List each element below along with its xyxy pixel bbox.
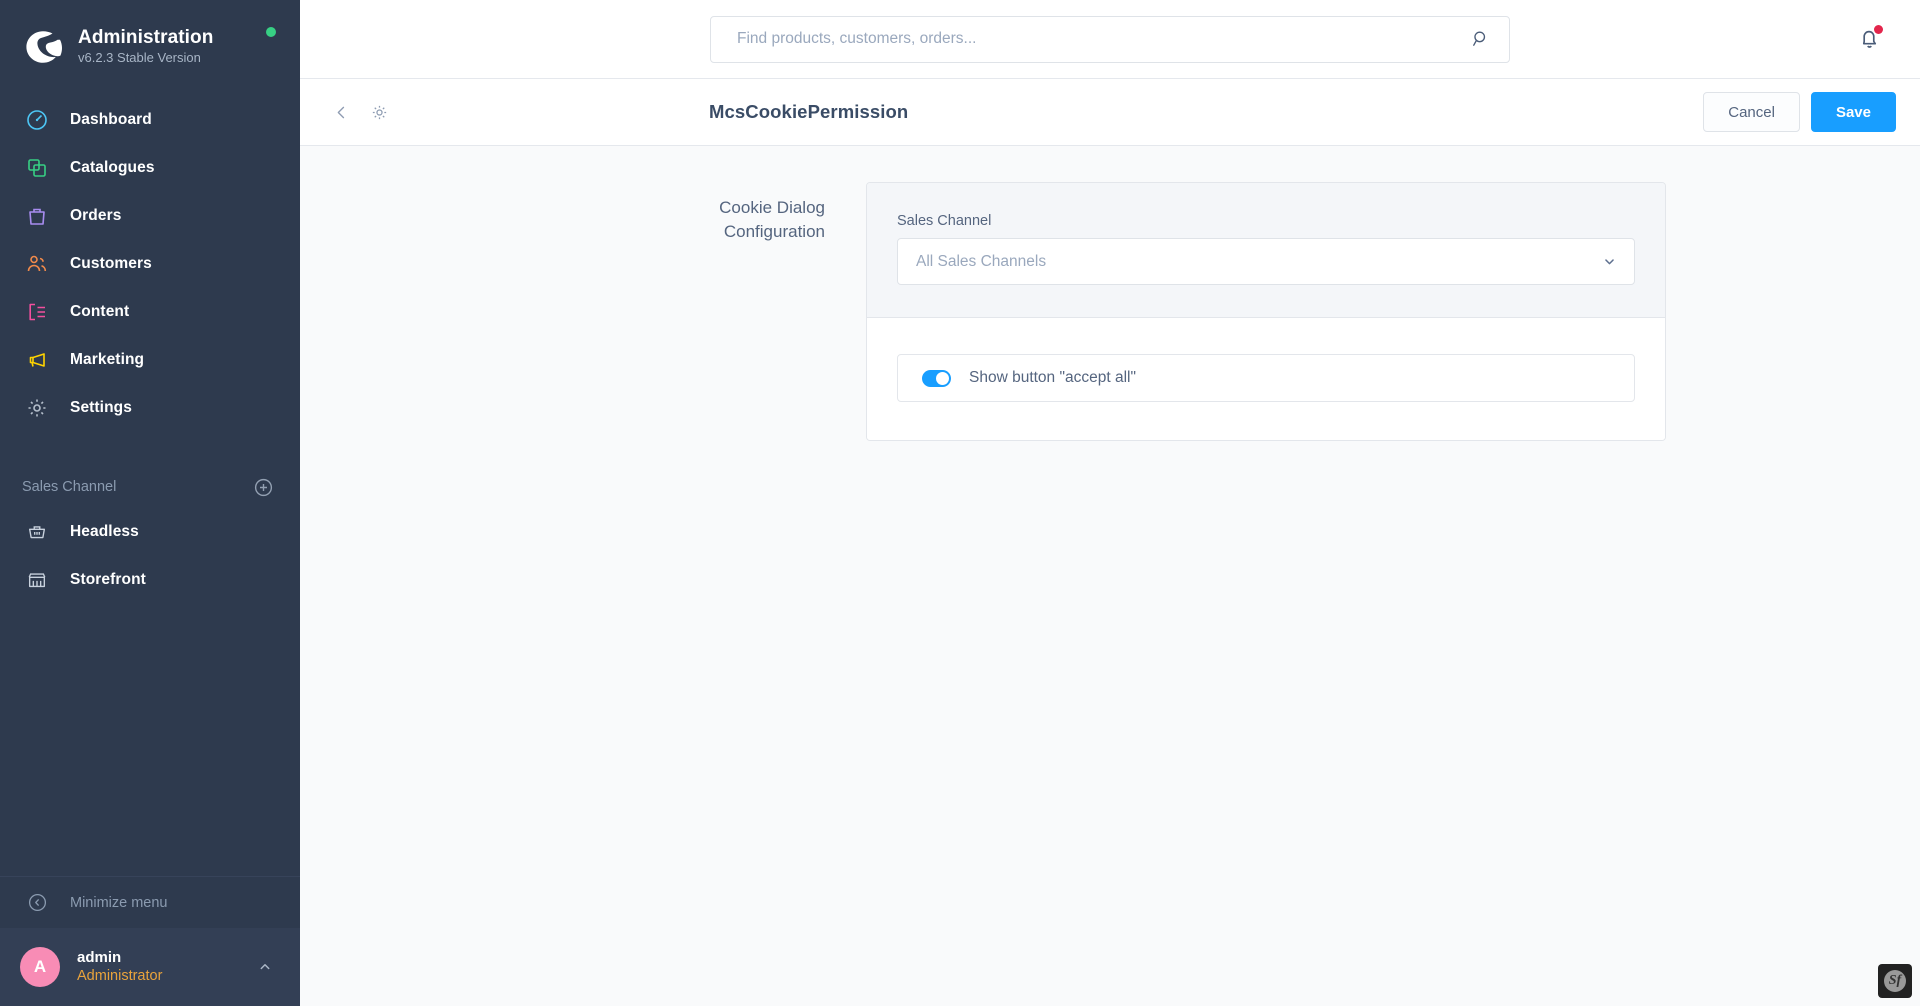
sales-channel-section: Sales Channel All Sales Channels bbox=[867, 183, 1665, 318]
sidebar-section-sales-channel: Sales Channel bbox=[0, 466, 300, 508]
customers-icon bbox=[22, 249, 52, 279]
sidebar-brand-text: Administration v6.2.3 Stable Version bbox=[78, 27, 213, 67]
chevron-up-icon[interactable] bbox=[256, 958, 274, 976]
chevron-left-circle-icon bbox=[22, 888, 52, 918]
sidebar: Administration v6.2.3 Stable Version Das… bbox=[0, 0, 300, 1006]
sidebar-item-label: Settings bbox=[70, 399, 132, 416]
sidebar-item-label: Orders bbox=[70, 207, 122, 224]
toggle-knob bbox=[936, 371, 949, 385]
sidebar-item-settings[interactable]: Settings bbox=[0, 384, 300, 432]
back-button[interactable] bbox=[324, 95, 358, 129]
sidebar-item-orders[interactable]: Orders bbox=[0, 192, 300, 240]
marketing-icon bbox=[22, 345, 52, 375]
shopware-logo-icon bbox=[26, 31, 62, 63]
sidebar-brand[interactable]: Administration v6.2.3 Stable Version bbox=[0, 0, 300, 72]
user-name: admin bbox=[77, 949, 122, 966]
sidebar-title: Administration bbox=[78, 27, 214, 48]
options-section: Show button "accept all" bbox=[867, 318, 1665, 440]
page-toolbar: McsCookiePermission Cancel Save bbox=[300, 79, 1920, 146]
basket-icon bbox=[22, 517, 52, 547]
card-label: Cookie Dialog Configuration bbox=[719, 198, 825, 241]
notifications-button[interactable] bbox=[1857, 25, 1883, 56]
minimize-menu-button[interactable]: Minimize menu bbox=[0, 876, 300, 928]
sidebar-item-label: Customers bbox=[70, 255, 152, 272]
cancel-button[interactable]: Cancel bbox=[1703, 92, 1800, 132]
save-button[interactable]: Save bbox=[1810, 92, 1896, 132]
global-search bbox=[710, 15, 1510, 63]
symfony-icon: Sf bbox=[1884, 970, 1906, 992]
user-menu[interactable]: A admin Administrator bbox=[0, 928, 300, 1006]
main-area: McsCookiePermission Cancel Save Cookie D… bbox=[300, 0, 1920, 1006]
cookie-dialog-card: Sales Channel All Sales Channels Show bu… bbox=[866, 182, 1666, 441]
sidebar-version: v6.2.3 Stable Version bbox=[78, 50, 201, 65]
gear-icon bbox=[22, 393, 52, 423]
page-title: McsCookiePermission bbox=[709, 101, 909, 122]
accept-all-toggle[interactable] bbox=[922, 369, 951, 387]
sales-channel-select[interactable]: All Sales Channels bbox=[897, 238, 1635, 285]
sidebar-item-headless[interactable]: Headless bbox=[0, 508, 300, 556]
gear-icon bbox=[372, 105, 386, 119]
sidebar-item-label: Storefront bbox=[70, 571, 146, 588]
sidebar-item-label: Marketing bbox=[70, 351, 145, 368]
notification-badge-dot bbox=[1874, 25, 1883, 34]
minimize-menu-label: Minimize menu bbox=[70, 894, 168, 911]
sidebar-section-label: Sales Channel bbox=[22, 479, 117, 495]
config-row: Cookie Dialog Configuration Sales Channe… bbox=[645, 182, 1865, 441]
orders-icon bbox=[22, 201, 52, 231]
accept-all-label: Show button "accept all" bbox=[969, 369, 1136, 386]
sales-channel-label: Sales Channel bbox=[897, 213, 992, 229]
sidebar-item-label: Catalogues bbox=[70, 159, 155, 176]
sidebar-item-label: Content bbox=[70, 303, 130, 320]
storefront-icon bbox=[22, 565, 52, 595]
dashboard-icon bbox=[22, 105, 52, 135]
sidebar-item-catalogues[interactable]: Catalogues bbox=[0, 144, 300, 192]
sidebar-nav: Dashboard Catalogues Orders Customers Co… bbox=[0, 96, 300, 432]
sidebar-item-customers[interactable]: Customers bbox=[0, 240, 300, 288]
sidebar-item-dashboard[interactable]: Dashboard bbox=[0, 96, 300, 144]
app-root: Administration v6.2.3 Stable Version Das… bbox=[0, 0, 1920, 1006]
chevron-left-icon bbox=[337, 106, 344, 118]
content-icon bbox=[22, 297, 52, 327]
sales-channel-value: All Sales Channels bbox=[916, 252, 1047, 270]
toolbar-actions: Cancel Save bbox=[1703, 92, 1896, 132]
sidebar-item-content[interactable]: Content bbox=[0, 288, 300, 336]
user-role: Administrator bbox=[77, 968, 163, 984]
sidebar-item-label: Dashboard bbox=[70, 111, 152, 128]
sidebar-item-storefront[interactable]: Storefront bbox=[0, 556, 300, 604]
symfony-debug-toolbar[interactable]: Sf bbox=[1878, 964, 1912, 998]
accept-all-switch-row[interactable]: Show button "accept all" bbox=[897, 354, 1635, 402]
content-area: Cookie Dialog Configuration Sales Channe… bbox=[300, 146, 1920, 1006]
status-dot bbox=[266, 27, 276, 37]
topbar bbox=[300, 0, 1920, 79]
plus-circle-icon[interactable] bbox=[253, 477, 274, 498]
search-icon[interactable] bbox=[1471, 29, 1490, 48]
user-info: admin Administrator bbox=[77, 948, 256, 986]
sidebar-item-marketing[interactable]: Marketing bbox=[0, 336, 300, 384]
sidebar-item-label: Headless bbox=[70, 523, 139, 540]
search-input[interactable] bbox=[710, 15, 1510, 63]
chevron-down-icon bbox=[1605, 259, 1614, 265]
plugin-settings-button[interactable] bbox=[362, 95, 396, 129]
avatar: A bbox=[20, 947, 60, 987]
catalogues-icon bbox=[22, 153, 52, 183]
